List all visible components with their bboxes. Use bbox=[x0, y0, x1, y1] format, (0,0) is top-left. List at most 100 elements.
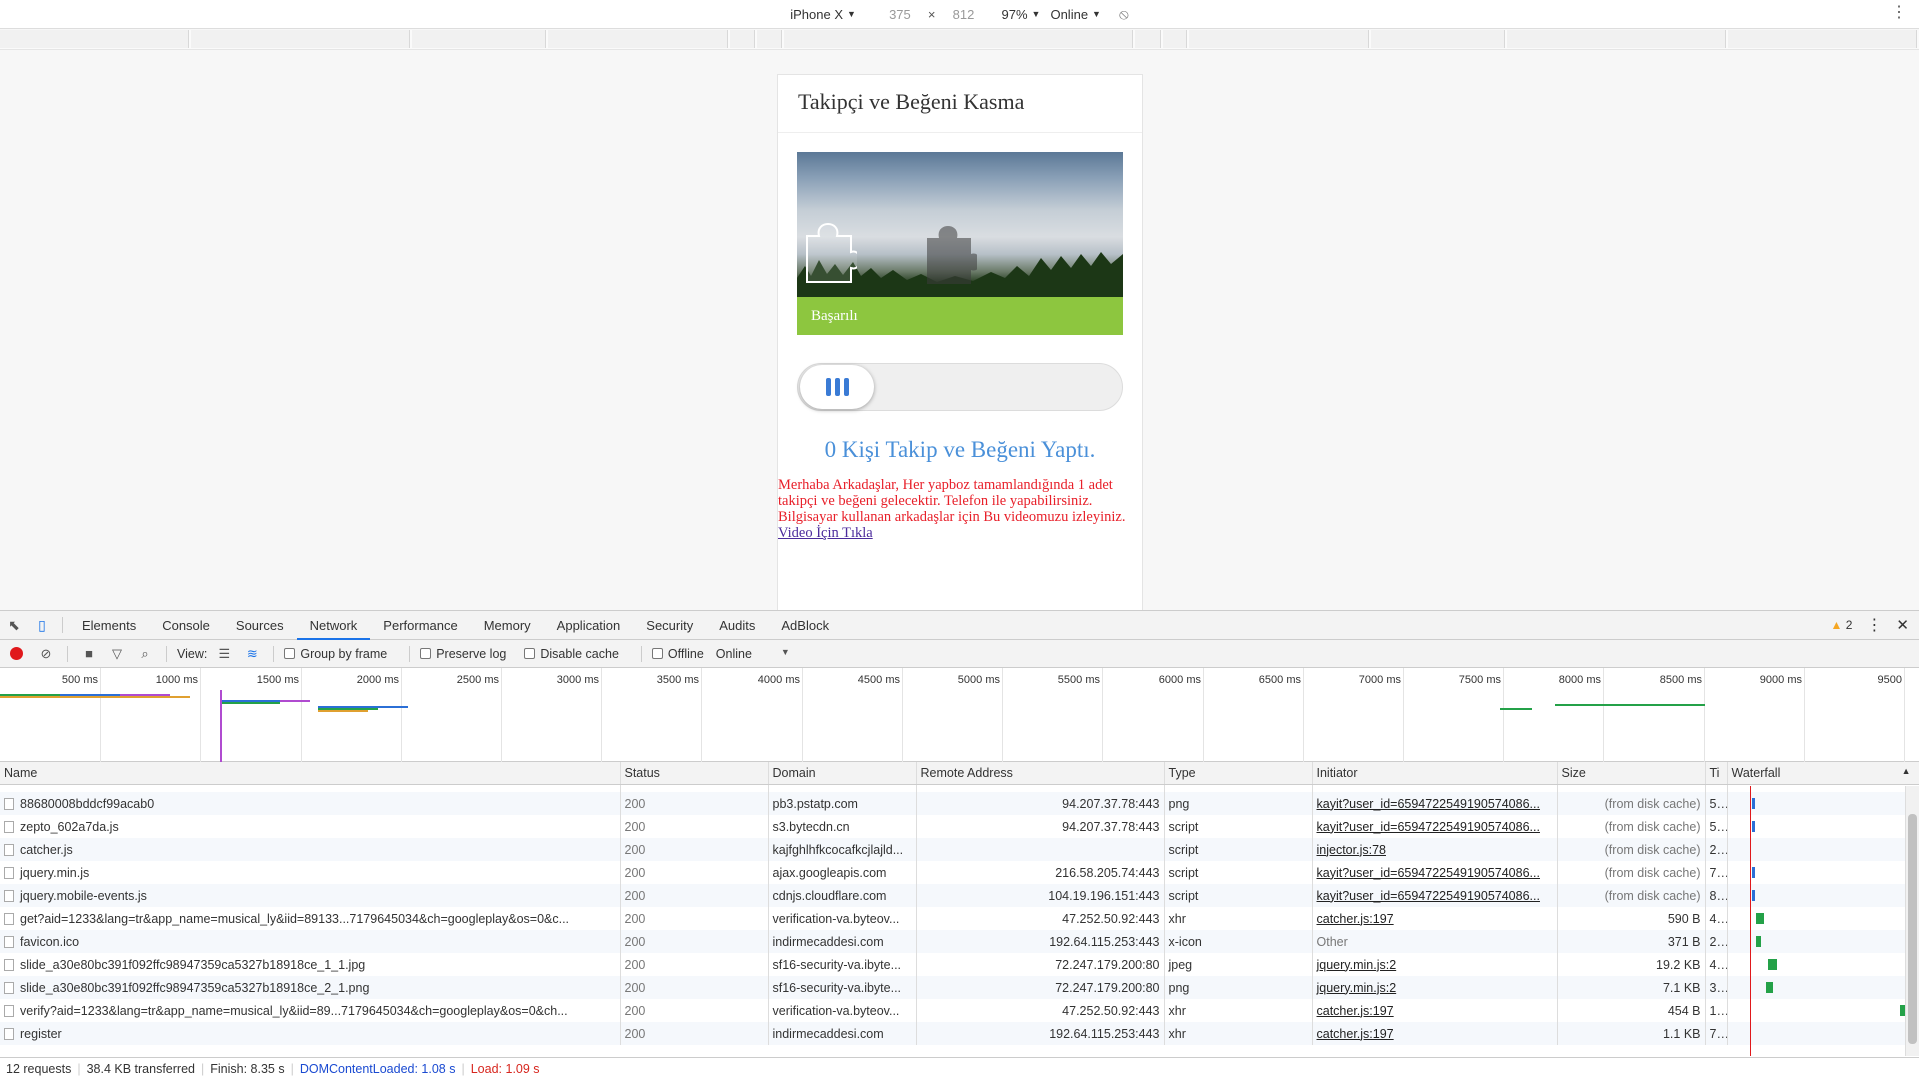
inspect-element-icon[interactable]: ⬉ bbox=[0, 611, 28, 640]
overview-icon[interactable]: ≋ bbox=[241, 646, 263, 662]
col-waterfall[interactable]: Waterfall ▲ bbox=[1727, 762, 1919, 785]
cell-type: script bbox=[1164, 861, 1313, 884]
timeline-tick-label: 9500 bbox=[1877, 674, 1902, 686]
tab-audits[interactable]: Audits bbox=[706, 611, 768, 640]
tab-console[interactable]: Console bbox=[149, 611, 223, 640]
timeline-tick-label: 1000 ms bbox=[155, 674, 198, 686]
cell-initiator[interactable]: kayit?user_id=6594722549190574086... bbox=[1312, 861, 1558, 884]
table-row[interactable]: slide_a30e80bc391f092ffc98947359ca5327b1… bbox=[0, 953, 1919, 976]
cell-size: 454 B bbox=[1557, 999, 1706, 1022]
cell-waterfall bbox=[1727, 930, 1919, 953]
cell-name: slide_a30e80bc391f092ffc98947359ca5327b1… bbox=[0, 976, 621, 999]
large-rows-icon[interactable]: ☰ bbox=[213, 646, 235, 662]
cell-time: 46 bbox=[1705, 907, 1728, 930]
cell-initiator[interactable]: kayit?user_id=6594722549190574086... bbox=[1312, 792, 1558, 815]
table-row[interactable]: jquery.mobile-events.js 200 cdnjs.cloudfla… bbox=[0, 884, 1919, 907]
table-row[interactable]: verify?aid=1233&lang=tr&app_name=musical… bbox=[0, 999, 1919, 1022]
cell-initiator[interactable]: catcher.js:197 bbox=[1312, 907, 1558, 930]
table-row[interactable]: jquery.min.js 200 ajax.googleapis.com 216.5… bbox=[0, 861, 1919, 884]
captcha-slider-track[interactable] bbox=[797, 363, 1123, 411]
cell-domain: indirmecaddesi.com bbox=[768, 1022, 917, 1045]
cell-remote-address: 47.252.50.92:443 bbox=[916, 907, 1165, 930]
tab-network[interactable]: Network bbox=[296, 611, 371, 640]
table-row[interactable]: slide_a30e80bc391f092ffc98947359ca5327b1… bbox=[0, 976, 1919, 999]
col-domain[interactable]: Domain bbox=[768, 762, 917, 785]
col-initiator[interactable]: Initiator bbox=[1312, 762, 1558, 785]
timeline-gridline bbox=[1403, 668, 1404, 762]
tab-elements[interactable]: Elements bbox=[69, 611, 149, 640]
disable-cache-checkbox[interactable]: Disable cache bbox=[524, 647, 619, 661]
customize-menu-icon[interactable]: ⋮ bbox=[1866, 615, 1882, 635]
zoom-select[interactable]: 97% ▼ bbox=[1002, 7, 1041, 22]
cell-initiator[interactable]: jquery.min.js:2 bbox=[1312, 953, 1558, 976]
col-type[interactable]: Type bbox=[1164, 762, 1313, 785]
network-throttle-select[interactable]: Online ▼ bbox=[1050, 7, 1101, 22]
filter-icon[interactable]: ▽ bbox=[106, 646, 128, 662]
clear-icon[interactable]: ⊘ bbox=[35, 646, 57, 662]
timeline-gridline bbox=[1002, 668, 1003, 762]
cell-domain: cdnjs.cloudflare.com bbox=[768, 884, 917, 907]
request-name: slide_a30e80bc391f092ffc98947359ca5327b1… bbox=[20, 957, 366, 972]
timeline-gridline bbox=[501, 668, 502, 762]
warnings-badge[interactable]: ▲ 2 bbox=[1831, 618, 1853, 632]
cell-name: catcher.js bbox=[0, 838, 621, 861]
col-name[interactable]: Name bbox=[0, 762, 621, 785]
timeline-tick-label: 6500 ms bbox=[1258, 674, 1301, 686]
search-icon[interactable]: ⌕ bbox=[134, 646, 156, 662]
preserve-log-checkbox[interactable]: Preserve log bbox=[420, 647, 506, 661]
tab-memory[interactable]: Memory bbox=[471, 611, 544, 640]
cell-waterfall bbox=[1727, 976, 1919, 999]
cell-name: register bbox=[0, 1022, 621, 1045]
timeline-request-bar bbox=[220, 702, 280, 704]
timeline-gridline bbox=[1102, 668, 1103, 762]
group-by-frame-label: Group by frame bbox=[300, 646, 388, 661]
table-row[interactable]: get?aid=1233&lang=tr&app_name=musical_ly… bbox=[0, 907, 1919, 930]
tab-application[interactable]: Application bbox=[544, 611, 634, 640]
col-status[interactable]: Status bbox=[620, 762, 769, 785]
request-name: get?aid=1233&lang=tr&app_name=musical_ly… bbox=[20, 911, 570, 926]
more-options-icon[interactable]: ⋮ bbox=[1891, 5, 1907, 21]
cell-initiator[interactable]: kayit?user_id=6594722549190574086... bbox=[1312, 884, 1558, 907]
col-time[interactable]: Ti bbox=[1705, 762, 1728, 785]
width-input[interactable]: 375 bbox=[878, 7, 922, 22]
cell-domain: kajfghlhfkcocafkcjlajld... bbox=[768, 838, 917, 861]
offline-checkbox[interactable]: Offline bbox=[651, 647, 704, 661]
tab-sources[interactable]: Sources bbox=[223, 611, 297, 640]
tab-adblock[interactable]: AdBlock bbox=[768, 611, 842, 640]
waterfall-bar bbox=[1751, 821, 1755, 832]
vertical-scrollbar[interactable] bbox=[1905, 786, 1919, 1056]
height-input[interactable]: 812 bbox=[942, 7, 986, 22]
device-toggle-icon[interactable]: ▯ bbox=[28, 611, 56, 640]
table-row[interactable]: zepto_602a7da.js 200 s3.bytecdn.cn 94.207.3… bbox=[0, 815, 1919, 838]
cell-initiator[interactable]: injector.js:78 bbox=[1312, 838, 1558, 861]
puzzle-piece-outline-icon bbox=[806, 223, 857, 283]
tab-security[interactable]: Security bbox=[633, 611, 706, 640]
cell-initiator[interactable]: catcher.js:197 bbox=[1312, 999, 1558, 1022]
cell-waterfall bbox=[1727, 1022, 1919, 1045]
tab-performance[interactable]: Performance bbox=[370, 611, 470, 640]
video-link[interactable]: Video İçin Tıkla bbox=[778, 525, 873, 541]
timeline-gridline bbox=[902, 668, 903, 762]
rotate-icon[interactable]: ⦸ bbox=[1119, 6, 1129, 23]
group-by-frame-checkbox[interactable]: Group by frame bbox=[284, 647, 387, 661]
table-row[interactable]: favicon.ico 200 indirmecaddesi.com 192.64.1… bbox=[0, 930, 1919, 953]
close-icon[interactable]: ✕ bbox=[1896, 616, 1909, 634]
scrollbar-thumb[interactable] bbox=[1908, 814, 1917, 1044]
col-size[interactable]: Size bbox=[1557, 762, 1706, 785]
cell-remote-address: 216.58.205.74:443 bbox=[916, 861, 1165, 884]
table-row[interactable]: catcher.js 200 kajfghlhfkcocafkcjlajld... s… bbox=[0, 838, 1919, 861]
cell-time: 16 bbox=[1705, 999, 1728, 1022]
col-remote-address[interactable]: Remote Address bbox=[916, 762, 1165, 785]
throttle-select[interactable]: Online ▼ bbox=[716, 647, 790, 661]
device-select[interactable]: iPhone X ▼ bbox=[790, 7, 856, 22]
chevron-down-icon: ▼ bbox=[1092, 9, 1101, 19]
table-row[interactable]: register 200 indirmecaddesi.com 192.64.115.… bbox=[0, 1022, 1919, 1045]
cell-initiator[interactable]: jquery.min.js:2 bbox=[1312, 976, 1558, 999]
cell-initiator[interactable]: kayit?user_id=6594722549190574086... bbox=[1312, 815, 1558, 838]
record-icon[interactable] bbox=[10, 647, 23, 660]
cell-initiator[interactable]: catcher.js:197 bbox=[1312, 1022, 1558, 1045]
table-row[interactable]: 88680008bddcf99acab0 200 pb3.pstatp.com 94.… bbox=[0, 792, 1919, 815]
slider-handle[interactable] bbox=[800, 365, 874, 409]
times-sign: × bbox=[927, 6, 936, 22]
capture-screenshots-icon[interactable]: ■ bbox=[78, 646, 100, 661]
